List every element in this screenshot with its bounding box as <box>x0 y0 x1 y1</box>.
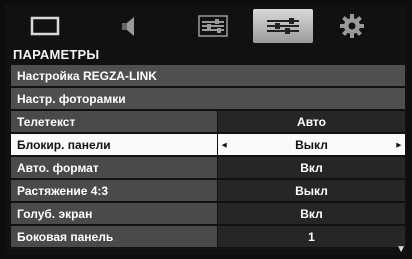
row-stretch-4-3[interactable]: Растяжение 4:3 Выкл <box>11 180 405 201</box>
row-value: 1 <box>218 226 405 247</box>
row-photo-frame[interactable]: Настр. фоторамки <box>11 88 405 109</box>
picture-icon <box>30 16 60 36</box>
tab-picture[interactable] <box>19 9 71 43</box>
gear-icon <box>340 14 364 38</box>
row-teletext[interactable]: Телетекст Авто <box>11 111 405 132</box>
row-blue-screen[interactable]: Голуб. экран Вкл <box>11 203 405 224</box>
row-auto-format[interactable]: Авто. формат Вкл <box>11 157 405 178</box>
row-label: Блокир. панели <box>11 134 217 155</box>
row-value: Выкл <box>218 180 405 201</box>
row-regza-link[interactable]: Настройка REGZA-LINK <box>11 65 405 86</box>
left-arrow-icon[interactable]: ◂ <box>222 139 227 150</box>
row-value: Вкл <box>218 157 405 178</box>
menu-title: ПАРАМЕТРЫ <box>13 47 100 62</box>
row-panel-lock[interactable]: Блокир. панели ◂ Выкл ▸ <box>11 134 405 155</box>
tab-preferences[interactable] <box>188 9 238 43</box>
row-label: Телетекст <box>11 111 217 132</box>
row-value: Авто <box>218 111 405 132</box>
row-label: Настр. фоторамки <box>11 88 405 109</box>
tab-settings[interactable] <box>327 9 377 43</box>
row-label: Голуб. экран <box>11 203 217 224</box>
sound-icon <box>122 17 134 36</box>
row-label: Растяжение 4:3 <box>11 180 217 201</box>
row-side-panel[interactable]: Боковая панель 1 <box>11 226 405 247</box>
setup-icon <box>267 18 299 34</box>
row-value-selector[interactable]: ◂ Выкл ▸ <box>218 134 405 155</box>
scroll-down-icon[interactable]: ▼ <box>396 244 406 255</box>
preferences-icon <box>198 15 228 37</box>
row-label: Авто. формат <box>11 157 217 178</box>
right-arrow-icon[interactable]: ▸ <box>396 139 401 150</box>
row-value: Вкл <box>218 203 405 224</box>
row-label: Боковая панель <box>11 226 217 247</box>
tab-sound[interactable] <box>105 9 155 43</box>
row-value: Выкл <box>295 137 328 152</box>
row-label: Настройка REGZA-LINK <box>11 65 405 86</box>
tv-menu-screen: ПАРАМЕТРЫ Настройка REGZA-LINK Настр. фо… <box>5 5 407 255</box>
tab-setup[interactable] <box>253 9 313 43</box>
menu-tab-bar <box>5 5 407 45</box>
